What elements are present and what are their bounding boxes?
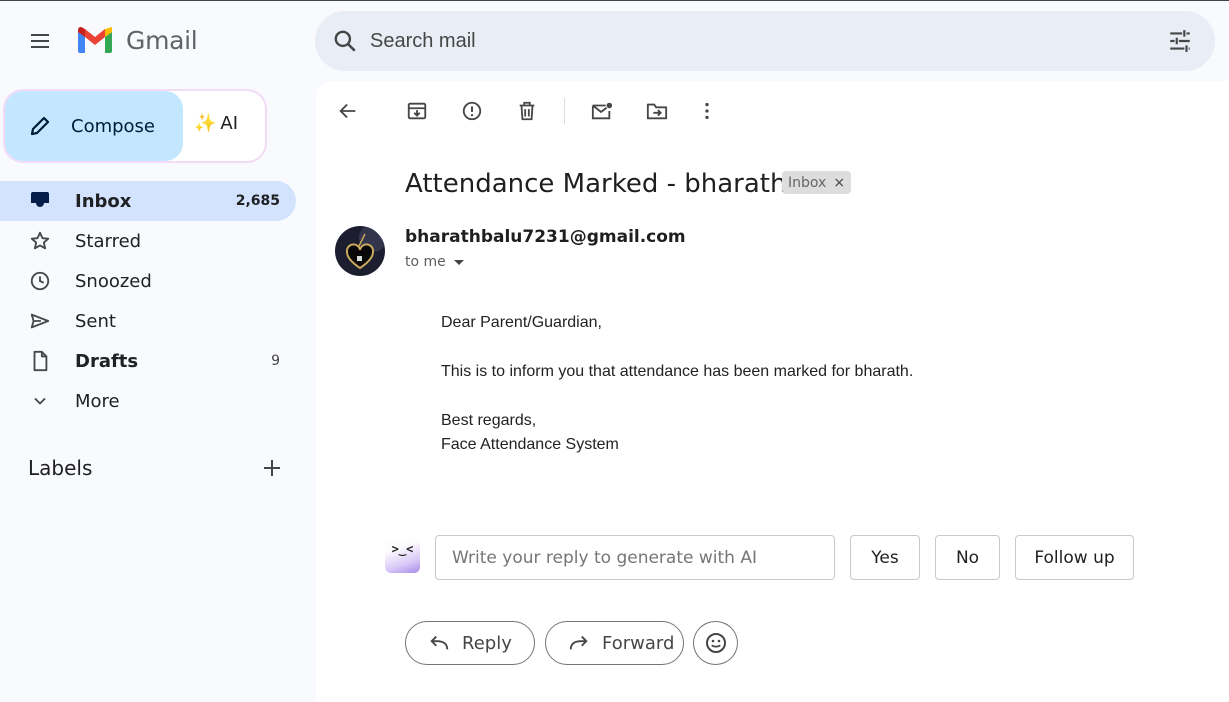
app-name: Gmail [126, 26, 198, 55]
gmail-m-icon [78, 26, 112, 53]
main-menu-button[interactable] [20, 21, 60, 61]
sidebar-item-snoozed[interactable]: Snoozed [0, 261, 296, 301]
forward-button[interactable]: Forward [545, 621, 684, 665]
report-spam-button[interactable] [460, 99, 484, 123]
email-body-line: This is to inform you that attendance ha… [441, 363, 914, 380]
arrow-left-icon [339, 103, 356, 119]
back-button[interactable] [336, 99, 360, 123]
suggest-yes-button[interactable]: Yes [850, 535, 920, 580]
labels-heading: Labels [28, 456, 93, 480]
reply-button[interactable]: Reply [405, 621, 535, 665]
ai-assistant-icon: >‿< [385, 538, 420, 573]
recipient-label: to me [405, 254, 446, 270]
archive-button[interactable] [405, 99, 429, 123]
sidebar-item-label: Snoozed [75, 270, 152, 292]
caret-down-icon [453, 259, 464, 265]
suggest-follow-up-button[interactable]: Follow up [1015, 535, 1134, 580]
smiley-icon [705, 633, 726, 653]
sidebar-item-label: Inbox [75, 190, 132, 212]
sparkle-icon: ✨ [194, 113, 217, 134]
more-actions-button[interactable] [695, 99, 719, 123]
emoji-reaction-button[interactable] [693, 621, 738, 665]
inbox-count: 2,685 [235, 193, 280, 209]
compose-group: Compose ✨ AI [5, 91, 265, 161]
more-vert-icon [705, 102, 709, 120]
email-body-line: Face Attendance System [441, 436, 619, 453]
clock-icon [28, 269, 52, 293]
send-icon [28, 309, 52, 333]
compose-label: Compose [71, 115, 156, 137]
label-chip-text: Inbox [788, 174, 827, 191]
sidebar-item-drafts[interactable]: Drafts 9 [0, 341, 296, 381]
gmail-logo[interactable]: Gmail [76, 26, 198, 55]
move-to-button[interactable] [645, 99, 669, 123]
message-view: Attendance Marked - bharath Inbox × bhar… [316, 81, 1229, 702]
search-input[interactable] [370, 25, 1130, 57]
chevron-down-icon [28, 389, 52, 413]
sender-email: bharathbalu7231@gmail.com [405, 227, 686, 247]
email-body-line: Best regards, [441, 412, 537, 429]
sidebar-item-more[interactable]: More [0, 381, 296, 421]
sidebar-nav: Inbox 2,685 Starred Snoozed Sent Drafts … [0, 181, 296, 421]
ai-compose-button[interactable]: ✨ AI [194, 113, 238, 134]
sidebar-item-label: Drafts [75, 350, 139, 372]
sidebar-item-inbox[interactable]: Inbox 2,685 [0, 181, 296, 221]
forward-icon [569, 635, 588, 650]
toolbar-divider [564, 98, 565, 124]
top-border [0, 0, 1229, 1]
pencil-icon [30, 116, 50, 136]
search-icon[interactable] [332, 28, 358, 54]
archive-icon [407, 102, 427, 120]
reply-label: Reply [462, 632, 512, 654]
search-bar [315, 11, 1215, 71]
drafts-count: 9 [271, 353, 280, 369]
sidebar-item-label: Starred [75, 230, 142, 252]
mark-unread-button[interactable] [590, 99, 614, 123]
mark-unread-icon [591, 102, 613, 120]
search-options-icon[interactable] [1167, 28, 1193, 54]
sidebar-item-sent[interactable]: Sent [0, 301, 296, 341]
forward-label: Forward [602, 632, 675, 654]
label-chip[interactable]: Inbox × [782, 171, 852, 194]
hamburger-icon [31, 34, 49, 48]
trash-icon [519, 101, 535, 121]
recipient-details-toggle[interactable]: to me [405, 254, 464, 270]
star-icon [28, 229, 52, 253]
sender-avatar[interactable] [335, 226, 385, 276]
draft-icon [28, 349, 52, 373]
delete-button[interactable] [515, 99, 539, 123]
sidebar-item-label: More [75, 390, 120, 412]
email-subject: Attendance Marked - bharath [405, 169, 787, 199]
add-label-icon[interactable] [260, 456, 284, 480]
ai-reply-input[interactable] [435, 535, 835, 580]
sidebar-item-label: Sent [75, 310, 116, 332]
email-body-line: Dear Parent/Guardian, [441, 314, 602, 331]
reply-icon [430, 635, 449, 650]
move-folder-icon [646, 103, 668, 120]
ai-label: AI [220, 113, 239, 134]
suggest-no-button[interactable]: No [935, 535, 1000, 580]
sidebar-item-starred[interactable]: Starred [0, 221, 296, 261]
compose-button[interactable]: Compose [5, 91, 183, 161]
inbox-icon [28, 189, 52, 213]
report-spam-icon [462, 101, 482, 121]
remove-label-icon[interactable]: × [833, 175, 845, 191]
